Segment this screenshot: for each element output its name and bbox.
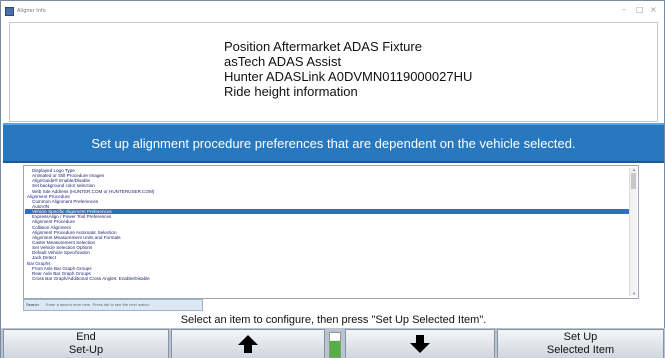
list-scrollbar[interactable]: ▲ ▼ — [629, 168, 637, 296]
preferences-list[interactable]: Displayed Logo Type Animated or Still Pro… — [23, 165, 639, 299]
info-line-adaslink: Hunter ADASLink A0DVMN0119000027HU — [224, 69, 473, 84]
end-setup-button[interactable]: End Set-Up — [3, 329, 169, 358]
maximize-button[interactable]: □ — [636, 5, 644, 15]
description-banner: Set up alignment procedure preferences t… — [3, 123, 664, 163]
set-up-selected-item-label: Set Up Selected Item — [546, 331, 615, 356]
window-title: Aligner Info — [17, 8, 46, 14]
info-line-ride-height: Ride height information — [224, 84, 358, 99]
move-up-button[interactable] — [171, 329, 325, 358]
search-hint: Enter a search term here. Press tab to s… — [46, 302, 150, 307]
instruction-text: Select an item to configure, then press … — [180, 314, 487, 326]
app-icon — [5, 6, 14, 16]
status-indicator-fill — [330, 341, 340, 357]
app-window: Aligner Info – □ × Position Aftermarket … — [0, 0, 665, 358]
title-bar: Aligner Info – □ × — [1, 1, 664, 21]
move-down-button[interactable] — [345, 329, 495, 358]
banner-text: Set up alignment procedure preferences t… — [91, 135, 576, 151]
info-line-astech: asTech ADAS Assist — [224, 54, 342, 69]
scroll-up-icon[interactable]: ▲ — [631, 168, 637, 172]
vehicle-info-panel: Position Aftermarket ADAS Fixture asTech… — [9, 22, 658, 122]
arrow-down-icon — [410, 335, 430, 353]
info-lines: Position Aftermarket ADAS Fixture asTech… — [224, 39, 472, 99]
minimize-button[interactable]: – — [622, 5, 626, 15]
search-label: Search — [26, 302, 39, 307]
status-indicator — [329, 332, 341, 358]
list-item[interactable]: Cross Bar Graph/Additional Cross Angles:… — [25, 276, 629, 281]
arrow-up-icon — [238, 335, 258, 353]
close-button[interactable]: × — [650, 5, 657, 15]
set-up-selected-item-button[interactable]: Set Up Selected Item — [497, 329, 664, 358]
info-line-fixture: Position Aftermarket ADAS Fixture — [224, 39, 422, 54]
scroll-down-icon[interactable]: ▼ — [631, 292, 637, 296]
scroll-thumb[interactable] — [631, 173, 636, 189]
end-setup-label: End Set-Up — [68, 331, 104, 356]
list-items: Displayed Logo Type Animated or Still Pro… — [25, 168, 629, 281]
search-input[interactable]: Search Enter a search term here. Press t… — [23, 299, 203, 311]
